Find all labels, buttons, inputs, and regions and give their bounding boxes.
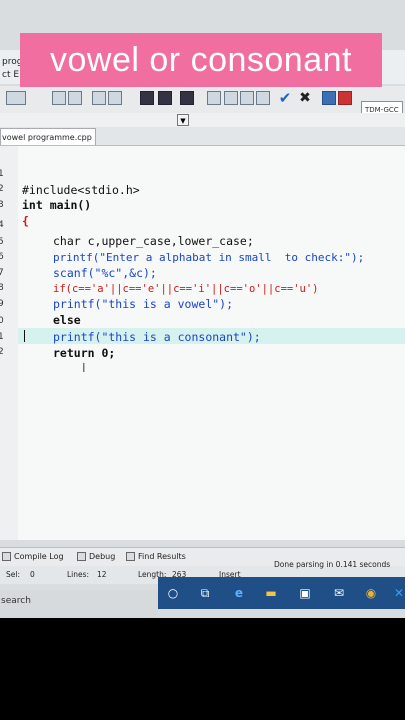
mouse-cursor-icon: I — [82, 361, 86, 375]
indent-icon[interactable] — [140, 91, 154, 105]
window-icon[interactable] — [92, 91, 106, 105]
code-line[interactable]: 1 #include<stdio.h> — [0, 150, 405, 197]
code-line[interactable]: 9 else — [0, 280, 405, 327]
chrome-icon[interactable]: ◉ — [362, 584, 380, 602]
tab-debug[interactable]: Debug — [77, 551, 115, 563]
close-icon[interactable]: ✖ — [298, 91, 312, 105]
bookmark-icon[interactable] — [180, 91, 194, 105]
find-icon — [126, 552, 135, 561]
code-line[interactable]: 4 char c,upper_case,lower_case; — [0, 201, 405, 248]
unindent-icon[interactable] — [158, 91, 172, 105]
tab-find-results[interactable]: Find Results — [126, 551, 186, 563]
code-editor[interactable]: I 1 #include<stdio.h> 2 int main() 3 { 4… — [0, 146, 405, 540]
video-title-banner: vowel or consonant — [20, 33, 382, 87]
code-line[interactable]: 6 scanf("%c",&c); — [0, 233, 405, 280]
compile-run-icon[interactable] — [256, 91, 270, 105]
task-view-icon[interactable]: ⧉ — [196, 584, 214, 602]
code-line[interactable]: 2 — [0, 328, 405, 357]
line-number: 2 — [0, 347, 4, 357]
code-line[interactable]: 3 { — [0, 181, 405, 228]
lines-value: 12 — [97, 570, 107, 579]
chart-icon[interactable] — [322, 91, 336, 105]
code-line[interactable]: 2 int main() — [0, 165, 405, 212]
file-explorer-icon[interactable]: ▬ — [262, 584, 280, 602]
code-line[interactable]: 8 printf("this is a vowel"); — [0, 264, 405, 311]
run-icon[interactable] — [240, 91, 254, 105]
mail-icon[interactable]: ✉ — [330, 584, 348, 602]
lines-label: Lines: — [67, 570, 90, 579]
code-line[interactable]: 5 printf("Enter a alphabat in small to c… — [0, 218, 405, 264]
code-line[interactable]: 7 if(c=='a'||c=='e'||c=='i'||c=='o'||c==… — [0, 249, 405, 295]
store-icon[interactable]: ▣ — [296, 584, 314, 602]
compile-icon[interactable] — [224, 91, 238, 105]
tab-vowel-programme[interactable]: vowel programme.cpp — [0, 128, 96, 145]
grid-icon[interactable] — [207, 91, 221, 105]
status-message: Done parsing in 0.141 seconds — [274, 560, 391, 569]
cortana-icon[interactable]: ○ — [164, 584, 182, 602]
taskbar-search-input[interactable]: search — [0, 590, 158, 618]
windows-taskbar: ○ ⧉ e ▬ ▣ ✉ ◉ ✕ — [158, 577, 405, 609]
menu-fragment[interactable]: ct E — [2, 70, 19, 80]
search-icon[interactable] — [52, 91, 66, 105]
toggle-icon[interactable] — [108, 91, 122, 105]
sel-value: 0 — [30, 570, 35, 579]
undo-redo-icon[interactable] — [6, 91, 26, 105]
main-toolbar: ✔ ✖ — [0, 86, 405, 114]
debug-icon[interactable] — [338, 91, 352, 105]
app-icon[interactable]: ✕ — [390, 584, 405, 602]
class-bar — [0, 113, 405, 127]
replace-icon[interactable] — [68, 91, 82, 105]
tab-compile-log[interactable]: Compile Log — [2, 551, 64, 563]
compile-log-icon — [2, 552, 11, 561]
check-icon[interactable]: ✔ — [278, 91, 292, 106]
chevron-down-icon[interactable]: ▼ — [177, 114, 189, 126]
code-text: return 0; — [53, 346, 116, 360]
screen: prog ct E vowel or consonant ✔ ✖ TDM-GCC… — [0, 0, 405, 618]
code-line[interactable]: 1 return 0; — [0, 313, 405, 360]
edge-icon[interactable]: e — [230, 584, 248, 602]
code-line[interactable]: 0 printf("this is a consonant"); — [0, 297, 405, 344]
debug-check-icon — [77, 552, 86, 561]
tab-row: vowel programme.cpp — [0, 127, 405, 146]
sel-label: Sel: — [6, 570, 20, 579]
